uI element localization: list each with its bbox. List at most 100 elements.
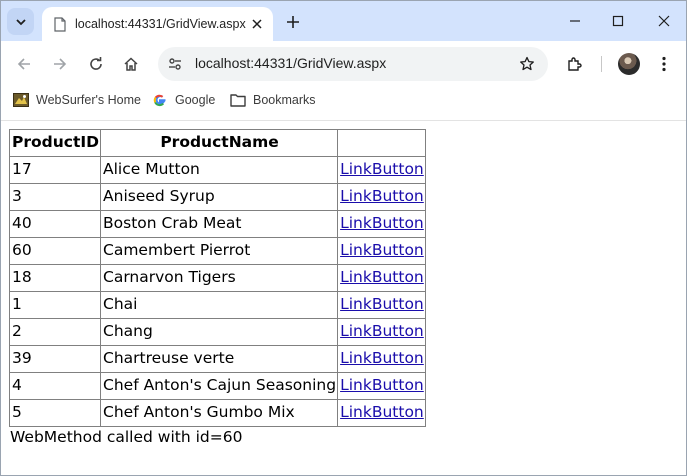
link-button[interactable]: LinkButton (340, 322, 424, 340)
table-row: 3 Aniseed Syrup LinkButton (8, 183, 426, 211)
bookmarks-divider (1, 120, 686, 121)
table-row: 1 Chai LinkButton (8, 291, 426, 319)
tab-close-button[interactable] (247, 14, 267, 34)
link-button[interactable]: LinkButton (340, 241, 424, 259)
maximize-button[interactable] (604, 8, 632, 34)
table-row: 2 Chang LinkButton (8, 318, 426, 346)
extensions-button[interactable] (561, 50, 589, 78)
link-button[interactable]: LinkButton (340, 376, 424, 394)
arrow-right-icon (54, 58, 67, 70)
websurfer-favicon (13, 92, 29, 108)
browser-menu-button[interactable] (650, 50, 678, 78)
tab-gridview[interactable]: localhost:44331/GridView.aspx (42, 7, 273, 41)
tab-search-button[interactable] (7, 8, 34, 35)
cell-productname: Boston Crab Meat (100, 210, 339, 238)
bookmark-label: Bookmarks (253, 93, 316, 107)
star-icon (520, 56, 534, 71)
cell-action: LinkButton (337, 210, 426, 238)
cell-productid: 17 (8, 156, 102, 184)
table-row: 18 Carnarvon Tigers LinkButton (8, 264, 426, 292)
cell-productid: 18 (8, 264, 102, 292)
cell-productid: 5 (8, 399, 102, 427)
link-button[interactable]: LinkButton (340, 160, 424, 178)
reload-icon (90, 57, 102, 70)
cell-action: LinkButton (337, 372, 426, 400)
forward-button[interactable] (46, 50, 74, 78)
link-button[interactable]: LinkButton (340, 214, 424, 232)
cell-productid: 3 (8, 183, 102, 211)
cell-productname: Chang (100, 318, 339, 346)
back-button[interactable] (10, 50, 38, 78)
bookmark-websurfers-home[interactable]: WebSurfer's Home (13, 92, 141, 108)
cell-action: LinkButton (337, 183, 426, 211)
cell-action: LinkButton (337, 237, 426, 265)
minimize-button[interactable] (561, 8, 589, 34)
cell-action: LinkButton (337, 318, 426, 346)
home-icon (124, 57, 138, 71)
reload-button[interactable] (82, 50, 110, 78)
product-gridview: ProductID ProductName 17 Alice Mutton Link… (8, 129, 426, 427)
bookmark-folder-bookmarks[interactable]: Bookmarks (230, 92, 316, 108)
url-text: localhost:44331/GridView.aspx (195, 55, 387, 71)
grid-body: 17 Alice Mutton LinkButton 3 Aniseed Syrup Li… (8, 156, 426, 427)
bookmarks-bar: WebSurfer's Home Google Bookmarks (1, 87, 686, 116)
cell-action: LinkButton (337, 291, 426, 319)
close-icon (658, 15, 670, 27)
cell-productname: Chai (100, 291, 339, 319)
window-close-button[interactable] (650, 8, 678, 34)
link-button[interactable]: LinkButton (340, 403, 424, 421)
browser-window: localhost:44331/GridView.aspx localhost:… (0, 0, 687, 476)
maximize-icon (612, 15, 624, 27)
chevron-down-icon (15, 18, 26, 25)
table-row: 17 Alice Mutton LinkButton (8, 156, 426, 184)
status-message: WebMethod called with id=60 (10, 428, 243, 446)
toolbar-separator (601, 56, 602, 72)
cell-productid: 4 (8, 372, 102, 400)
cell-productid: 2 (8, 318, 102, 346)
cell-productname: Chef Anton's Gumbo Mix (100, 399, 339, 427)
cell-action: LinkButton (337, 264, 426, 292)
puzzle-icon (568, 57, 582, 71)
folder-icon (230, 92, 246, 108)
address-bar[interactable]: localhost:44331/GridView.aspx (158, 47, 548, 81)
cell-productid: 39 (8, 345, 102, 373)
cell-productname: Camembert Pierrot (100, 237, 339, 265)
page-content: ProductID ProductName 17 Alice Mutton Link… (8, 129, 426, 446)
bookmark-label: WebSurfer's Home (36, 93, 141, 107)
close-icon (252, 19, 262, 29)
cell-productname: Chartreuse verte (100, 345, 339, 373)
arrow-left-icon (17, 58, 30, 70)
cell-action: LinkButton (337, 345, 426, 373)
minimize-icon (570, 20, 580, 22)
cell-productname: Alice Mutton (100, 156, 339, 184)
cell-action: LinkButton (337, 399, 426, 427)
plus-icon (287, 16, 299, 28)
link-button[interactable]: LinkButton (340, 187, 424, 205)
table-row: 39 Chartreuse verte LinkButton (8, 345, 426, 373)
header-productid: ProductID (8, 129, 102, 157)
header-productname: ProductName (100, 129, 339, 157)
tune-icon (169, 58, 181, 70)
bookmark-google[interactable]: Google (152, 92, 215, 108)
cell-productid: 1 (8, 291, 102, 319)
profile-avatar[interactable] (618, 53, 640, 75)
table-row: 40 Boston Crab Meat LinkButton (8, 210, 426, 238)
link-button[interactable]: LinkButton (340, 268, 424, 286)
grid-header-row: ProductID ProductName (8, 129, 426, 157)
link-button[interactable]: LinkButton (340, 349, 424, 367)
cell-action: LinkButton (337, 156, 426, 184)
table-row: 60 Camembert Pierrot LinkButton (8, 237, 426, 265)
cell-productid: 40 (8, 210, 102, 238)
new-tab-button[interactable] (281, 10, 305, 34)
cell-productname: Chef Anton's Cajun Seasoning (100, 372, 339, 400)
navigation-toolbar: localhost:44331/GridView.aspx (1, 41, 686, 87)
bookmark-label: Google (175, 93, 216, 107)
more-vertical-icon (662, 56, 666, 72)
cell-productname: Carnarvon Tigers (100, 264, 339, 292)
bookmark-star-button[interactable] (516, 53, 538, 75)
home-button[interactable] (117, 50, 145, 78)
site-info-button[interactable] (162, 51, 188, 77)
tab-strip: localhost:44331/GridView.aspx (1, 1, 686, 41)
link-button[interactable]: LinkButton (340, 295, 424, 313)
table-row: 5 Chef Anton's Gumbo Mix LinkButton (8, 399, 426, 427)
